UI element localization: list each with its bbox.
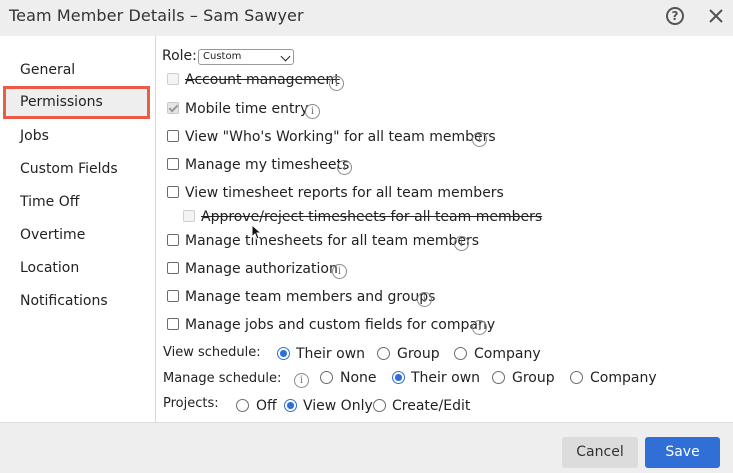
info-icon[interactable]: i — [332, 264, 347, 279]
cancel-button[interactable]: Cancel — [562, 437, 638, 468]
sidebar-item-time-off[interactable]: Time Off — [20, 194, 79, 210]
manage-schedule-option: Their own — [411, 370, 481, 386]
view-whos-working-checkbox[interactable] — [167, 130, 179, 142]
manage-my-timesheets-checkbox[interactable] — [167, 158, 179, 170]
projects-view-only-radio[interactable] — [284, 399, 297, 412]
role-select[interactable]: Custom — [198, 49, 294, 65]
projects-off-radio[interactable] — [236, 399, 249, 412]
sidebar: General Permissions Jobs Custom Fields T… — [0, 36, 156, 422]
info-icon[interactable]: i — [329, 76, 344, 91]
view-whos-working-label: View "Who's Working" for all team member… — [185, 129, 496, 145]
view-schedule-option: Company — [474, 346, 541, 362]
sidebar-item-label: Permissions — [20, 94, 103, 110]
view-timesheet-reports-checkbox[interactable] — [167, 186, 179, 198]
view-timesheet-reports-label: View timesheet reports for all team memb… — [185, 185, 504, 201]
manage-jobs-checkbox[interactable] — [167, 318, 179, 330]
role-label: Role: — [162, 48, 197, 64]
save-button[interactable]: Save — [645, 437, 720, 468]
manage-timesheets-all-label: Manage timesheets for all team members — [185, 233, 480, 249]
approve-reject-timesheets-checkbox[interactable] — [183, 210, 195, 222]
close-icon[interactable] — [706, 6, 726, 26]
manage-jobs-label: Manage jobs and custom fields for compan… — [185, 317, 496, 333]
manage-schedule-option: Group — [512, 370, 555, 386]
permissions-panel: Role: Custom Account management i Mobile… — [156, 36, 733, 422]
sidebar-item-custom-fields[interactable]: Custom Fields — [20, 161, 118, 177]
manage-schedule-none-radio[interactable] — [320, 371, 333, 384]
info-icon[interactable]: i — [472, 320, 487, 335]
mouse-cursor-icon — [251, 224, 263, 240]
view-schedule-group-radio[interactable] — [377, 347, 390, 360]
manage-schedule-option: Company — [590, 370, 657, 386]
manage-authorization-checkbox[interactable] — [167, 262, 179, 274]
info-icon[interactable]: i — [454, 236, 469, 251]
view-schedule-label: View schedule: — [163, 345, 261, 360]
dialog-footer: Cancel Save — [0, 422, 733, 473]
approve-reject-timesheets-label: Approve/reject timesheets for all team m… — [201, 209, 543, 225]
projects-label: Projects: — [163, 396, 219, 411]
view-schedule-company-radio[interactable] — [454, 347, 467, 360]
info-icon[interactable]: i — [294, 373, 309, 388]
sidebar-item-notifications[interactable]: Notifications — [20, 293, 108, 309]
manage-authorization-label: Manage authorization — [185, 261, 338, 277]
projects-option: Off — [256, 398, 277, 414]
manage-schedule-company-radio[interactable] — [570, 371, 583, 384]
view-schedule-their-own-radio[interactable] — [277, 347, 290, 360]
title-bar: Team Member Details – Sam Sawyer ? — [0, 0, 733, 36]
manage-schedule-their-own-radio[interactable] — [392, 371, 405, 384]
role-select-value: Custom — [203, 51, 242, 62]
manage-team-members-checkbox[interactable] — [167, 290, 179, 302]
mobile-time-entry-checkbox[interactable] — [167, 102, 179, 114]
account-management-label: Account management — [185, 72, 340, 88]
projects-option: View Only — [303, 398, 373, 414]
manage-schedule-label: Manage schedule: — [163, 371, 282, 386]
chevron-down-icon — [280, 51, 291, 62]
manage-schedule-option: None — [340, 370, 377, 386]
view-schedule-option: Group — [397, 346, 440, 362]
dialog-title: Team Member Details – Sam Sawyer — [9, 6, 304, 25]
info-icon[interactable]: i — [417, 292, 432, 307]
mobile-time-entry-label: Mobile time entry — [185, 101, 309, 117]
account-management-checkbox[interactable] — [167, 73, 179, 85]
manage-schedule-group-radio[interactable] — [492, 371, 505, 384]
info-icon[interactable]: i — [305, 104, 320, 119]
sidebar-item-jobs[interactable]: Jobs — [20, 128, 49, 144]
projects-create-edit-radio[interactable] — [373, 399, 386, 412]
manage-team-members-label: Manage team members and groups — [185, 289, 436, 305]
help-icon[interactable]: ? — [666, 7, 684, 25]
manage-timesheets-all-checkbox[interactable] — [167, 234, 179, 246]
sidebar-item-location[interactable]: Location — [20, 260, 79, 276]
manage-my-timesheets-label: Manage my timesheets — [185, 157, 350, 173]
info-icon[interactable]: i — [337, 160, 352, 175]
view-schedule-option: Their own — [296, 346, 366, 362]
sidebar-item-overtime[interactable]: Overtime — [20, 227, 85, 243]
info-icon[interactable]: i — [472, 132, 487, 147]
projects-option: Create/Edit — [392, 398, 471, 414]
sidebar-item-permissions[interactable]: Permissions — [3, 86, 150, 119]
sidebar-item-general[interactable]: General — [20, 62, 75, 78]
